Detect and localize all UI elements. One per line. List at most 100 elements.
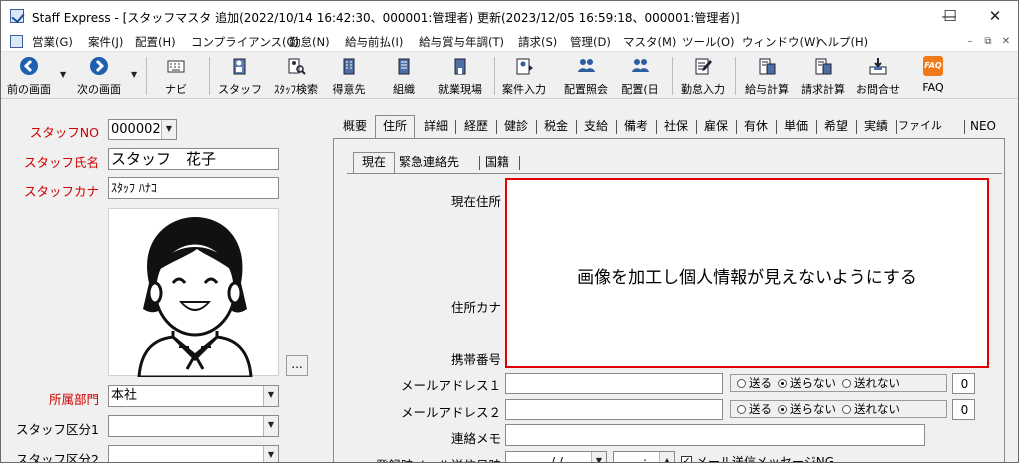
tab-payment[interactable]: 支給	[578, 116, 614, 137]
maximize-button[interactable]: ☐	[930, 1, 970, 32]
main-window: Staff Express - [スタッフマスタ 追加(2022/10/14 1…	[0, 0, 1019, 463]
staff-search-button[interactable]: ｽﾀｯﾌ検索	[268, 54, 324, 97]
forward-button[interactable]: 次の画面	[71, 54, 127, 97]
staff-kana-field[interactable]: ｽﾀｯﾌ ﾊﾅｺ	[108, 177, 279, 199]
mail-msg-ng-label: メール送信メッセージNG	[696, 455, 835, 463]
placement-daily-button[interactable]: 配置(日	[615, 54, 665, 97]
tab-separator	[576, 120, 577, 134]
tab-paid-leave[interactable]: 有休	[738, 116, 774, 137]
subtab-current[interactable]: 現在	[353, 152, 395, 174]
inquiry-button[interactable]: お問合せ	[851, 54, 905, 97]
menu-kyuyo-shoyo[interactable]: 給与賞与年調(T)	[419, 34, 504, 50]
mail2-field[interactable]	[505, 399, 723, 420]
faq-button[interactable]: FAQ FAQ	[911, 54, 955, 97]
staff-name-field[interactable]: スタッフ 花子	[108, 148, 279, 170]
tab-social-insurance[interactable]: 社保	[658, 116, 694, 137]
tab-separator	[656, 120, 657, 134]
reg-mail-date-field[interactable]: / / ▼	[505, 451, 607, 462]
mail1-send-radio[interactable]: 送る	[731, 376, 772, 390]
tab-tax[interactable]: 税金	[538, 116, 574, 137]
staff-photo	[108, 208, 279, 379]
tab-separator	[896, 120, 897, 134]
dept-combo[interactable]: 本社 ▼	[108, 385, 279, 407]
staff-no-label: スタッフNO	[29, 125, 99, 140]
tab-preferences[interactable]: 希望	[818, 116, 854, 137]
chevron-down-icon[interactable]: ▼	[161, 120, 176, 139]
navi-button[interactable]: ナビ	[153, 54, 199, 97]
mail2-no-send-radio[interactable]: 送らない	[772, 402, 836, 416]
mdi-minimize-button[interactable]: –	[963, 35, 977, 48]
placement-icon	[578, 59, 595, 72]
placement-daily-icon	[632, 59, 649, 72]
tab-results[interactable]: 実績	[858, 116, 894, 137]
placement-inquiry-button[interactable]: 配置照会	[559, 54, 613, 97]
tab-notes[interactable]: 備考	[618, 116, 654, 137]
case-entry-button[interactable]: 案件入力	[497, 54, 551, 97]
menu-master[interactable]: マスタ(M)	[623, 34, 676, 50]
staff-button[interactable]: スタッフ	[215, 54, 265, 97]
tab-career[interactable]: 経歴	[458, 116, 494, 137]
app-check-icon	[10, 9, 24, 23]
billing-icon	[815, 58, 832, 75]
chevron-down-icon[interactable]: ▼	[263, 446, 278, 462]
menu-eigyo[interactable]: 営業(G)	[32, 34, 73, 50]
mdi-restore-button[interactable]: ⧉	[981, 35, 995, 48]
menu-kanri[interactable]: 管理(D)	[570, 34, 611, 50]
tab-detail[interactable]: 詳細	[419, 116, 453, 137]
customer-button[interactable]: 得意先	[326, 54, 372, 97]
tab-overview[interactable]: 概要	[337, 116, 373, 137]
menu-seikyu[interactable]: 請求(S)	[518, 34, 557, 50]
chevron-up-down-icon[interactable]: ▲	[659, 452, 674, 462]
worksite-icon	[454, 58, 466, 75]
tab-employment-insurance[interactable]: 雇保	[698, 116, 734, 137]
organization-icon	[398, 58, 410, 75]
close-button[interactable]: ✕	[972, 1, 1018, 32]
chevron-down-icon[interactable]: ▼	[263, 416, 278, 436]
case-entry-icon	[516, 58, 533, 75]
menu-kyuyo-maebarai[interactable]: 給与前払(I)	[345, 34, 403, 50]
staff-kubun2-combo[interactable]: ▼	[108, 445, 279, 462]
forward-history-dropdown[interactable]: ▼	[131, 70, 137, 79]
mail2-send-radio[interactable]: 送る	[731, 402, 772, 416]
menu-tool[interactable]: ツール(O)	[682, 34, 735, 50]
back-button[interactable]: 前の画面	[3, 54, 55, 97]
tab-files[interactable]: ファイル	[898, 116, 942, 137]
worksite-button[interactable]: 就業現場	[433, 54, 487, 97]
tab-neo[interactable]: NEO	[967, 116, 999, 137]
tab-unit-price[interactable]: 単価	[778, 116, 814, 137]
staff-no-combo[interactable]: 000002 ▼	[108, 119, 177, 140]
menu-haichi[interactable]: 配置(H)	[135, 34, 176, 50]
menu-anken[interactable]: 案件(J)	[88, 34, 123, 50]
mail-msg-ng-checkbox[interactable]: ✓	[681, 456, 692, 462]
tab-separator	[816, 120, 817, 134]
reg-mail-time-field[interactable]: : ▲	[613, 451, 675, 462]
menu-kintai[interactable]: 勤怠(N)	[289, 34, 330, 50]
tab-address[interactable]: 住所	[375, 115, 415, 138]
photo-browse-button[interactable]: ...	[286, 355, 308, 376]
tab-health-check[interactable]: 健診	[498, 116, 534, 137]
payroll-calc-button[interactable]: 給与計算	[740, 54, 794, 97]
mdi-app-icon[interactable]	[10, 35, 23, 48]
mail1-field[interactable]	[505, 373, 723, 394]
subtab-nationality[interactable]: 国籍	[485, 153, 509, 173]
chevron-down-icon[interactable]: ▼	[591, 452, 606, 462]
faq-icon: FAQ	[923, 56, 943, 76]
contact-memo-field[interactable]	[505, 424, 925, 446]
attendance-entry-button[interactable]: 勤怠入力	[676, 54, 730, 97]
back-history-dropdown[interactable]: ▼	[60, 70, 66, 79]
mail2-cannot-send-radio[interactable]: 送れない	[836, 402, 900, 416]
mdi-close-button[interactable]: ✕	[999, 35, 1013, 48]
billing-calc-button[interactable]: 請求計算	[796, 54, 850, 97]
menu-compliance[interactable]: コンプライアンス(C)	[191, 34, 299, 50]
building-icon	[343, 58, 355, 75]
menu-window[interactable]: ウィンドウ(W)	[742, 34, 820, 50]
chevron-down-icon[interactable]: ▼	[263, 386, 278, 406]
mail1-no-send-radio[interactable]: 送らない	[772, 376, 836, 390]
back-arrow-icon	[20, 57, 38, 75]
toolbar-separator	[735, 57, 736, 95]
mail1-cannot-send-radio[interactable]: 送れない	[836, 376, 900, 390]
menu-help[interactable]: ヘルプ(H)	[816, 34, 868, 50]
subtab-emergency-contact[interactable]: 緊急連絡先	[399, 153, 459, 173]
organization-button[interactable]: 組織	[381, 54, 427, 97]
staff-kubun1-combo[interactable]: ▼	[108, 415, 279, 437]
